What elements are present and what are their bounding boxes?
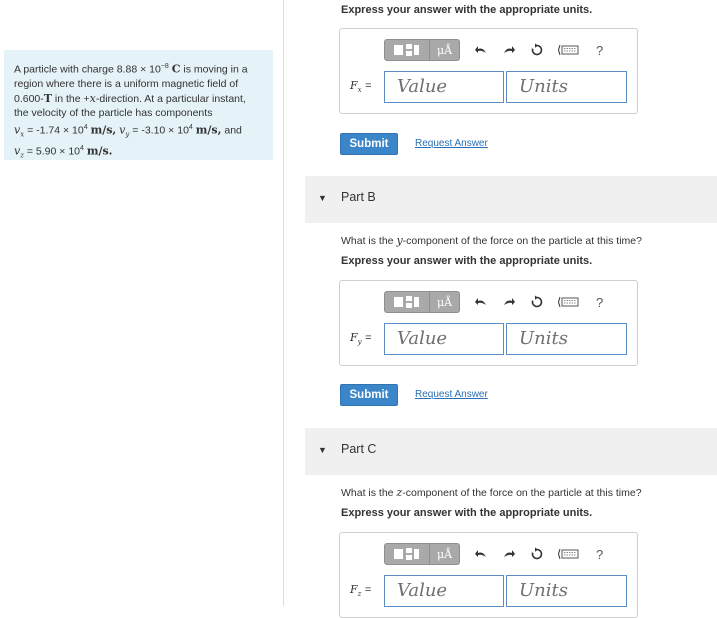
undo-icon[interactable] (474, 295, 488, 309)
part-a-answer-box: μÅ ? Fx = Value Units (339, 28, 638, 114)
undo-icon[interactable] (474, 43, 488, 57)
part-a-value-input[interactable]: Value (384, 71, 504, 103)
units-icon[interactable]: μÅ (430, 39, 460, 61)
part-a-submit-button[interactable]: Submit (340, 133, 398, 155)
part-b-answer-box: μÅ ? Fy = Value Units (339, 280, 638, 366)
redo-icon[interactable] (502, 43, 516, 57)
part-b-input-row: Fy = Value Units (340, 323, 639, 355)
column-divider (283, 0, 284, 606)
units-icon[interactable]: μÅ (430, 543, 460, 565)
help-icon[interactable]: ? (596, 295, 603, 310)
part-b-instruction: Express your answer with the appropriate… (341, 255, 593, 267)
units-icon[interactable]: μÅ (430, 291, 460, 313)
part-b-question: What is the y-component of the force on … (341, 234, 642, 247)
problem-line-5: vx = -1.74 × 104 m/s, vy = -3.10 × 104 m… (14, 123, 242, 139)
reset-icon[interactable] (530, 547, 544, 561)
help-icon[interactable]: ? (596, 43, 603, 58)
problem-statement: A particle with charge 8.88 × 10−8 C is … (4, 50, 273, 160)
keyboard-icon[interactable] (558, 547, 580, 561)
part-b-units-input[interactable]: Units (506, 323, 627, 355)
part-c-variable-label: Fz = (350, 583, 372, 599)
part-c-input-row: Fz = Value Units (340, 575, 639, 607)
part-c-instruction: Express your answer with the appropriate… (341, 507, 593, 519)
collapse-triangle-icon: ▼ (318, 445, 327, 455)
part-b-toolbar: μÅ ? (384, 291, 603, 313)
part-b-variable-label: Fy = (350, 331, 372, 347)
help-icon[interactable]: ? (596, 547, 603, 562)
part-a-variable-label: Fx = (350, 79, 372, 95)
part-c-question: What is the z-component of the force on … (341, 486, 642, 499)
part-a-units-input[interactable]: Units (506, 71, 627, 103)
part-b-title: Part B (341, 190, 376, 204)
problem-line-1: A particle with charge 8.88 × 10−8 C is … (14, 62, 248, 76)
part-c-units-input[interactable]: Units (506, 575, 627, 607)
part-b-value-input[interactable]: Value (384, 323, 504, 355)
collapse-triangle-icon: ▼ (318, 193, 327, 203)
part-c-answer-box: μÅ ? Fz = Value Units (339, 532, 638, 618)
redo-icon[interactable] (502, 547, 516, 561)
templates-icon[interactable] (384, 39, 430, 61)
part-b-submit-button[interactable]: Submit (340, 384, 398, 406)
redo-icon[interactable] (502, 295, 516, 309)
part-a-toolbar: μÅ ? (384, 39, 603, 61)
part-b-header[interactable]: ▼ Part B (305, 176, 717, 223)
templates-icon[interactable] (384, 543, 430, 565)
keyboard-icon[interactable] (558, 43, 580, 57)
undo-icon[interactable] (474, 547, 488, 561)
part-a-request-answer-link[interactable]: Request Answer (415, 138, 488, 149)
part-c-toolbar: μÅ ? (384, 543, 603, 565)
part-b-request-answer-link[interactable]: Request Answer (415, 389, 488, 400)
part-c-header[interactable]: ▼ Part C (305, 428, 717, 475)
reset-icon[interactable] (530, 295, 544, 309)
templates-icon[interactable] (384, 291, 430, 313)
problem-line-4: the velocity of the particle has compone… (14, 107, 213, 120)
reset-icon[interactable] (530, 43, 544, 57)
problem-line-6: vz = 5.90 × 104 m/s. (14, 144, 113, 160)
part-a-input-row: Fx = Value Units (340, 71, 639, 103)
part-a-instruction: Express your answer with the appropriate… (341, 4, 593, 16)
problem-line-2: region where there is a uniform magnetic… (14, 78, 239, 91)
keyboard-icon[interactable] (558, 295, 580, 309)
part-c-value-input[interactable]: Value (384, 575, 504, 607)
part-c-title: Part C (341, 442, 377, 456)
problem-line-3: 0.600-T in the +x-direction. At a partic… (14, 91, 246, 105)
